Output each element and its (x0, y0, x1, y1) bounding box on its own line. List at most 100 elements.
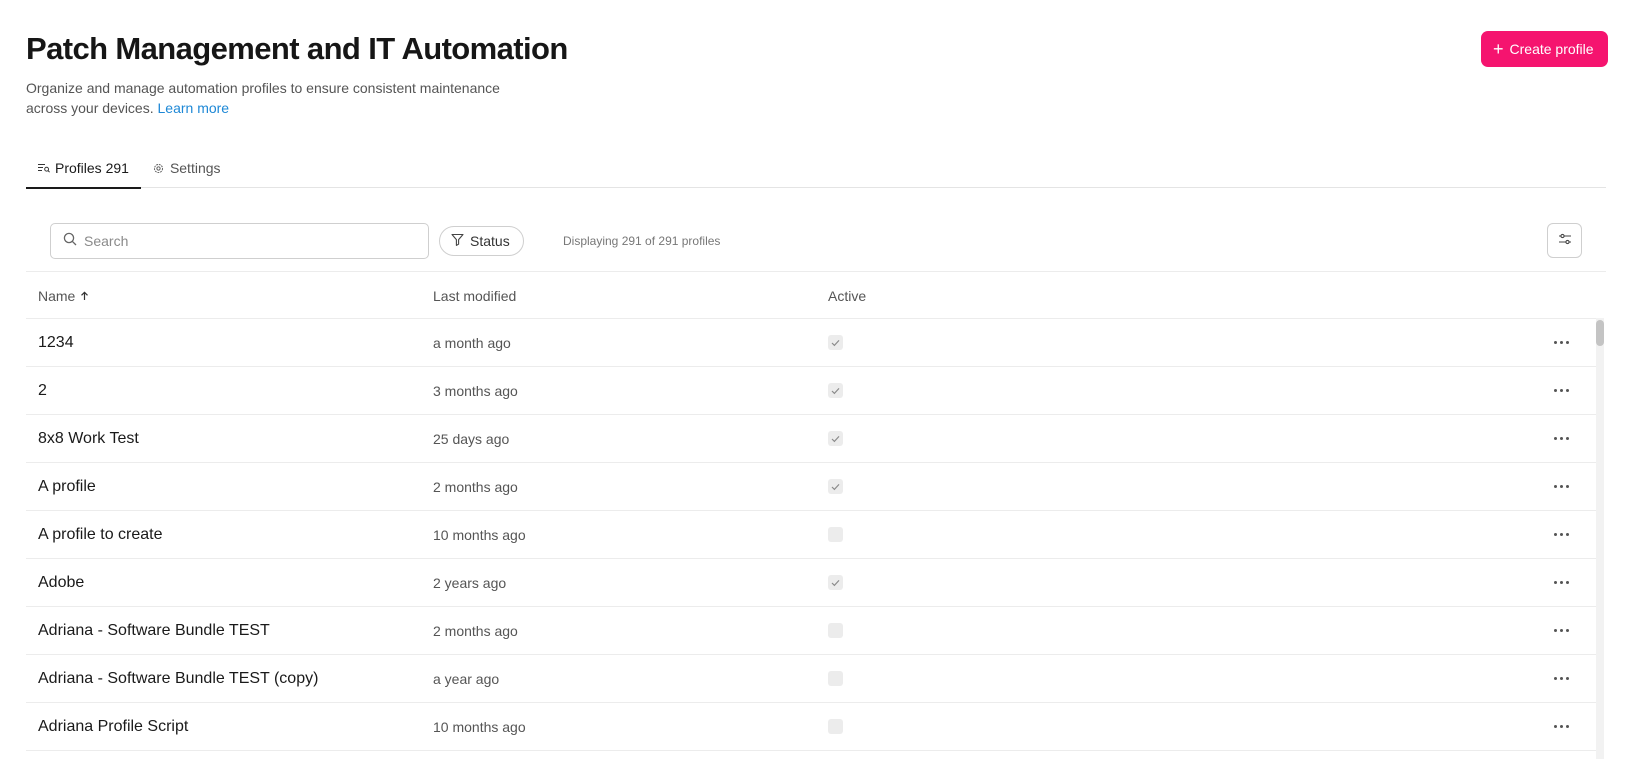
active-checkbox-checked[interactable] (828, 431, 843, 446)
column-header-name-label: Name (38, 287, 76, 304)
active-checkbox-unchecked[interactable] (828, 671, 843, 686)
active-checkbox-unchecked[interactable] (828, 623, 843, 638)
tab-bar: Profiles 291 Settings (26, 148, 1606, 189)
row-active-cell (816, 383, 1536, 398)
row-actions (1536, 335, 1586, 350)
profile-count: Displaying 291 of 291 profiles (563, 234, 721, 248)
active-checkbox-unchecked[interactable] (828, 527, 843, 542)
row-name[interactable]: Adobe (26, 574, 421, 592)
check-icon (831, 574, 840, 592)
row-last-modified: 10 months ago (433, 526, 526, 543)
more-options-icon[interactable] (1552, 335, 1571, 350)
row-last-modified: 2 months ago (433, 478, 518, 495)
sort-ascending-icon (80, 288, 89, 304)
more-options-icon[interactable] (1552, 527, 1571, 542)
active-checkbox-checked[interactable] (828, 383, 843, 398)
filter-icon (451, 233, 464, 249)
row-name[interactable]: Adriana - Software Bundle TEST (26, 622, 421, 640)
gear-icon (153, 162, 165, 174)
table-row[interactable]: Adriana - Software Bundle TEST (copy) a y… (26, 655, 1604, 703)
row-name[interactable]: 1234 (26, 334, 421, 352)
check-icon (831, 334, 840, 352)
learn-more-link[interactable]: Learn more (158, 100, 230, 116)
table-row[interactable]: A profile 2 months ago (26, 463, 1604, 511)
table-scrollbar[interactable] (1596, 318, 1604, 759)
row-actions (1536, 575, 1586, 590)
row-name[interactable]: 2 (26, 382, 421, 400)
row-active-cell (816, 719, 1536, 734)
active-checkbox-checked[interactable] (828, 335, 843, 350)
table-row[interactable]: A profile to create 10 months ago (26, 511, 1604, 559)
row-actions (1536, 527, 1586, 542)
sliders-icon (1558, 233, 1572, 248)
row-last-modified: 25 days ago (433, 430, 510, 447)
row-active-cell (816, 575, 1536, 590)
status-filter-button[interactable]: Status (439, 226, 524, 256)
row-actions (1536, 479, 1586, 494)
row-last-modified: 2 months ago (433, 622, 518, 639)
check-icon (831, 382, 840, 400)
active-checkbox-checked[interactable] (828, 479, 843, 494)
tab-settings[interactable]: Settings (141, 148, 233, 188)
scrollbar-thumb[interactable] (1596, 320, 1604, 346)
table-body: 1234 a month ago 2 3 months ago 8x8 Work Tes… (26, 319, 1604, 751)
row-actions (1536, 719, 1586, 734)
tab-settings-label: Settings (169, 160, 221, 176)
create-profile-label: Create profile (1509, 41, 1594, 57)
more-options-icon[interactable] (1552, 575, 1571, 590)
page-subtitle: Organize and manage automation profiles … (26, 78, 526, 118)
row-active-cell (816, 431, 1536, 446)
more-options-icon[interactable] (1552, 479, 1571, 494)
row-active-cell (816, 671, 1536, 686)
table-row[interactable]: Adriana - Software Bundle TEST 2 months a… (26, 607, 1604, 655)
table-header: Name Last modified Active (26, 273, 1604, 319)
row-last-modified: a year ago (433, 670, 500, 687)
search-box[interactable] (50, 223, 429, 259)
subtitle-text: Organize and manage automation profiles … (26, 80, 500, 116)
row-active-cell (816, 335, 1536, 350)
row-actions (1536, 383, 1586, 398)
check-icon (831, 430, 840, 448)
column-settings-button[interactable] (1547, 223, 1582, 258)
row-active-cell (816, 623, 1536, 638)
row-actions (1536, 623, 1586, 638)
column-header-active[interactable]: Active (816, 288, 1536, 304)
tab-profiles-label: Profiles 291 (55, 160, 129, 176)
more-options-icon[interactable] (1552, 431, 1571, 446)
row-last-modified: 10 months ago (433, 718, 526, 735)
table-row[interactable]: 8x8 Work Test 25 days ago (26, 415, 1604, 463)
tab-profiles[interactable]: Profiles 291 (26, 148, 141, 189)
row-last-modified: a month ago (433, 334, 511, 351)
row-last-modified: 3 months ago (433, 382, 518, 399)
status-filter-label: Status (470, 233, 510, 249)
table-row[interactable]: Adobe 2 years ago (26, 559, 1604, 607)
active-checkbox-unchecked[interactable] (828, 719, 843, 734)
list-icon (38, 162, 50, 174)
row-name[interactable]: Adriana Profile Script (26, 718, 421, 736)
row-last-modified: 2 years ago (433, 574, 507, 591)
row-active-cell (816, 479, 1536, 494)
table-row[interactable]: 1234 a month ago (26, 319, 1604, 367)
plus-icon: + (1493, 39, 1504, 59)
more-options-icon[interactable] (1552, 623, 1571, 638)
more-options-icon[interactable] (1552, 383, 1571, 398)
page-header: Patch Management and IT Automation Organ… (26, 30, 568, 118)
more-options-icon[interactable] (1552, 719, 1571, 734)
row-name[interactable]: A profile (26, 478, 421, 496)
row-name[interactable]: 8x8 Work Test (26, 430, 421, 448)
table-row[interactable]: Adriana Profile Script 10 months ago (26, 703, 1604, 751)
check-icon (831, 478, 840, 496)
search-input[interactable] (84, 233, 404, 249)
table-row[interactable]: 2 3 months ago (26, 367, 1604, 415)
row-actions (1536, 431, 1586, 446)
create-profile-button[interactable]: + Create profile (1481, 31, 1608, 67)
search-icon (63, 232, 77, 251)
more-options-icon[interactable] (1552, 671, 1571, 686)
column-header-last-modified[interactable]: Last modified (421, 288, 816, 304)
row-active-cell (816, 527, 1536, 542)
profiles-table: Name Last modified Active 1234 a month ag… (26, 273, 1604, 751)
row-name[interactable]: A profile to create (26, 526, 421, 544)
row-name[interactable]: Adriana - Software Bundle TEST (copy) (26, 670, 421, 688)
active-checkbox-checked[interactable] (828, 575, 843, 590)
column-header-name[interactable]: Name (26, 288, 421, 304)
